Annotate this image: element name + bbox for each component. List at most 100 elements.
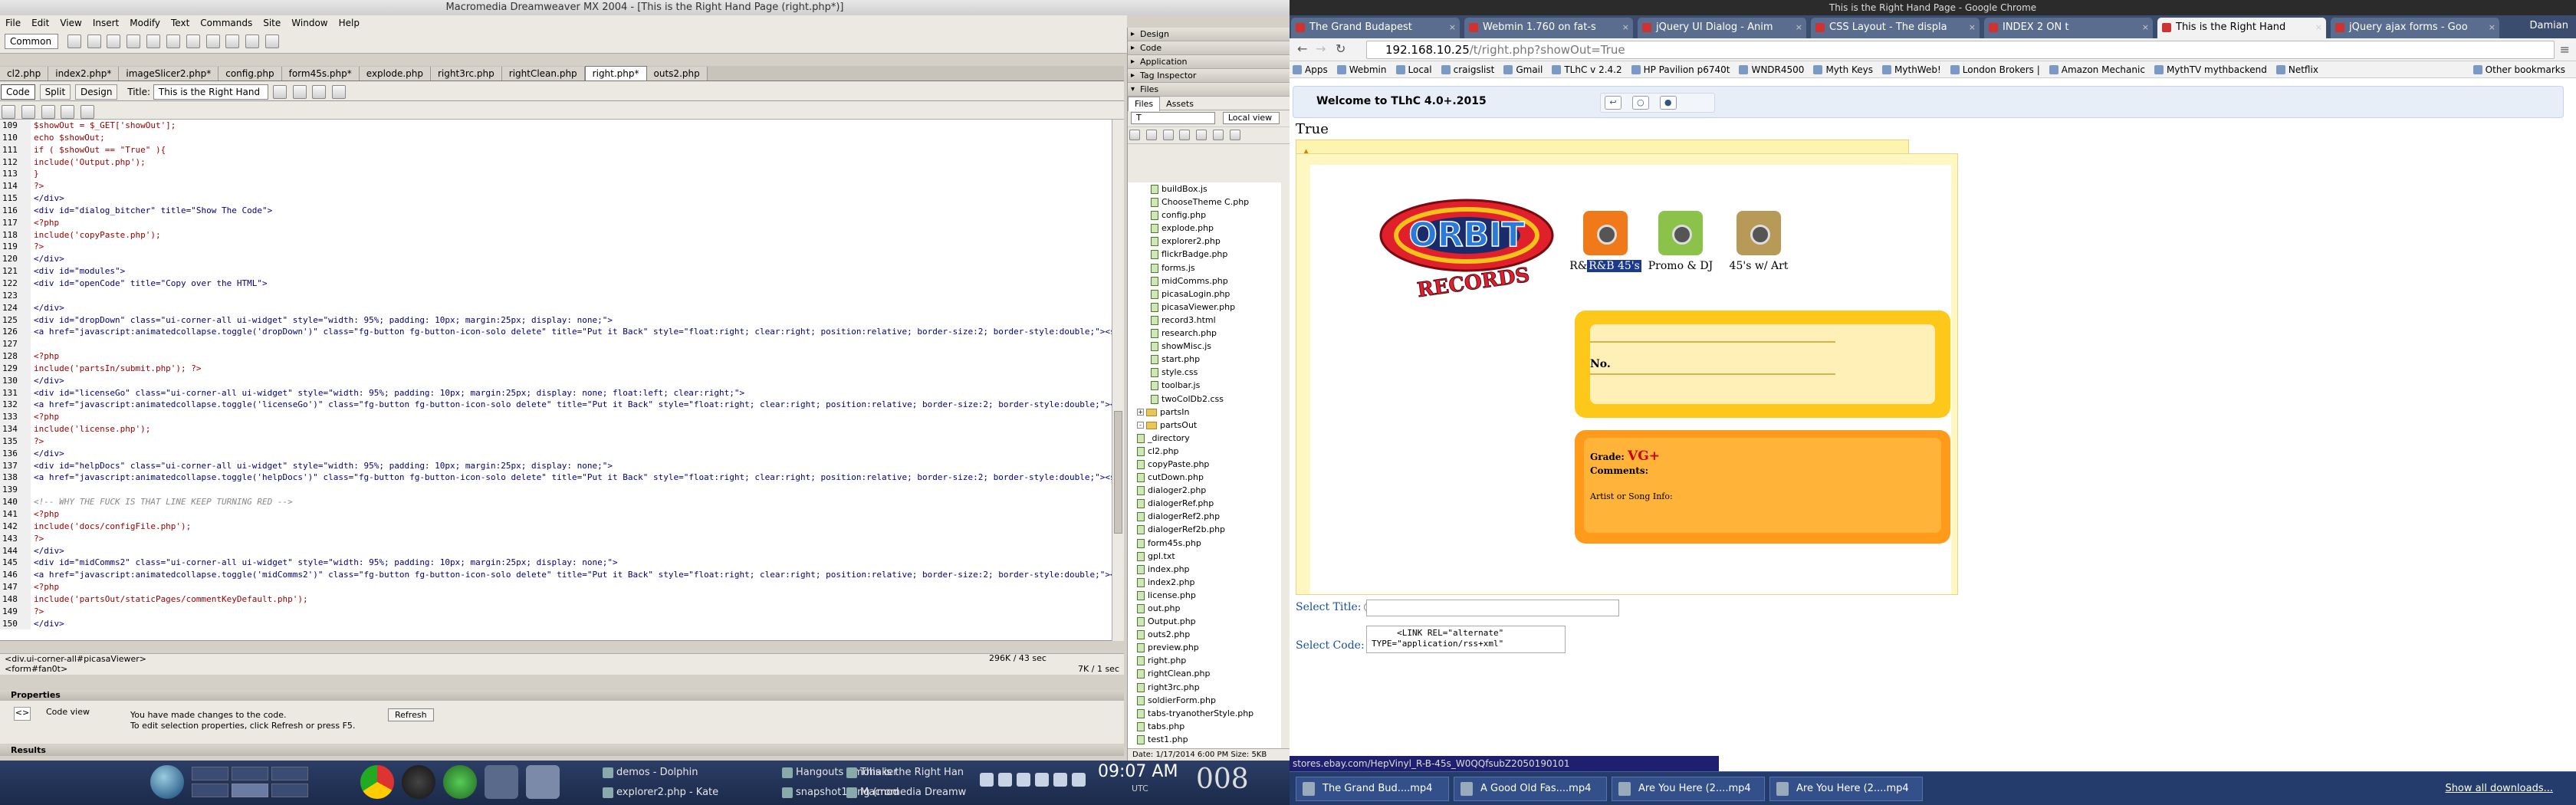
document-tab[interactable]: config.php xyxy=(219,67,282,80)
bookmark-item[interactable]: MythWeb! xyxy=(1879,61,1947,77)
cut-icon[interactable] xyxy=(2,105,15,119)
desktop-2[interactable] xyxy=(232,767,268,780)
folder-launcher-icon[interactable] xyxy=(485,765,518,799)
address-bar[interactable]: 192.168.10.25/t/right.php?showOut=True xyxy=(1366,41,2555,59)
document-tab[interactable]: index2.php* xyxy=(48,67,120,80)
tree-file[interactable]: twoColDb2.css xyxy=(1128,393,1281,406)
bookmark-item[interactable]: MythTV mythbackend xyxy=(2151,61,2273,77)
menu-site[interactable]: Site xyxy=(258,15,286,31)
tree-expander-icon[interactable]: + xyxy=(1137,409,1144,416)
tree-file[interactable]: Output.php xyxy=(1128,615,1281,628)
tree-file[interactable]: midComms.php xyxy=(1128,274,1281,288)
feed-icon[interactable]: ○ xyxy=(1631,96,1649,110)
date-icon[interactable] xyxy=(205,34,220,48)
document-tab[interactable]: form45s.php* xyxy=(281,67,360,80)
tab-close-icon[interactable]: × xyxy=(1969,18,1976,38)
taskbar-window[interactable]: demos - Dolphin xyxy=(600,764,768,782)
tray-network-icon[interactable] xyxy=(1053,773,1067,787)
site-select[interactable]: T xyxy=(1131,112,1215,124)
tree-file[interactable]: dialoger2.php xyxy=(1128,484,1281,497)
tree-file[interactable]: cl2.php xyxy=(1128,445,1281,458)
tag-selector-secondary[interactable]: <form#fan0t> xyxy=(5,664,67,674)
tree-file[interactable]: explorer2.php xyxy=(1128,235,1281,248)
tree-file[interactable]: explode.php xyxy=(1128,222,1281,235)
document-tab[interactable]: cl2.php xyxy=(0,67,49,80)
file-management-icon[interactable] xyxy=(272,85,287,99)
tree-file[interactable]: dialogerRef2b.php xyxy=(1128,523,1281,536)
scrollbar-thumb[interactable] xyxy=(1114,411,1122,534)
tree-file[interactable]: buildBox.js xyxy=(1128,182,1281,196)
tab-close-icon[interactable]: × xyxy=(1449,18,1456,38)
tree-file[interactable]: soldierForm.php xyxy=(1128,694,1281,707)
panel-group-code[interactable]: Code xyxy=(1128,41,1290,55)
bookmark-item[interactable]: TLhC v 2.4.2 xyxy=(1549,61,1628,77)
tree-file[interactable]: right3rc.php xyxy=(1128,681,1281,694)
preview-icon[interactable] xyxy=(292,85,307,99)
panel-group-design[interactable]: Design xyxy=(1128,28,1290,41)
redo-icon[interactable] xyxy=(80,105,95,119)
select-code-textarea[interactable]: <LINK REL="alternate" TYPE="application/… xyxy=(1366,626,1566,653)
tree-file[interactable]: cutDown.php xyxy=(1128,471,1281,484)
tab-close-icon[interactable]: × xyxy=(2489,18,2496,38)
select-title-input[interactable] xyxy=(1366,600,1619,616)
tree-file[interactable]: rightClean.php xyxy=(1128,667,1281,680)
mythtv-launcher-icon[interactable] xyxy=(402,765,435,799)
bookmark-item[interactable]: WNDR4500 xyxy=(1736,61,1810,77)
document-tab[interactable]: outs2.php xyxy=(646,67,708,80)
desktop-1[interactable] xyxy=(192,767,228,780)
forward-icon[interactable]: → xyxy=(1316,41,1326,56)
virtual-desktops[interactable] xyxy=(192,767,353,797)
bookmark-item[interactable]: Gmail xyxy=(1500,61,1549,77)
tree-file[interactable]: research.php xyxy=(1128,327,1281,340)
tag-selector[interactable]: <div.ui-corner-all#picasaViewer> xyxy=(0,653,1124,664)
hyperlink-icon[interactable] xyxy=(67,34,81,48)
clock[interactable]: 09:07 AM xyxy=(1098,762,1178,781)
tree-file[interactable]: license.php xyxy=(1128,589,1281,602)
refresh-button[interactable]: Refresh xyxy=(388,708,434,721)
tree-file[interactable]: record3.html xyxy=(1128,314,1281,327)
tree-file[interactable]: copyPaste.php xyxy=(1128,458,1281,471)
bookmark-item[interactable]: Apps xyxy=(1290,61,1334,77)
tree-file[interactable]: picasaLogin.php xyxy=(1128,288,1281,301)
browser-tab[interactable]: jQuery ajax forms - Goo × xyxy=(2331,18,2499,38)
taskbar-window[interactable]: Macromedia Dreamw xyxy=(843,784,974,802)
results-header[interactable]: Results xyxy=(0,745,1124,756)
tab-close-icon[interactable]: × xyxy=(1796,18,1802,38)
get-files-icon[interactable] xyxy=(1162,130,1174,140)
download-item[interactable]: Are You Here (2....mp4 xyxy=(1612,777,1765,801)
checkout-icon[interactable] xyxy=(1196,130,1208,140)
tree-file[interactable]: gpl.txt xyxy=(1128,550,1281,563)
menu-window[interactable]: Window xyxy=(286,15,333,31)
media-icon[interactable] xyxy=(186,34,200,48)
panel-group-application[interactable]: Application xyxy=(1128,55,1290,69)
panel-group-tag-inspector[interactable]: Tag Inspector xyxy=(1128,69,1290,83)
tree-file[interactable]: tabs.php xyxy=(1128,720,1281,733)
files-panel-header[interactable]: Files xyxy=(1128,83,1290,97)
reload-icon[interactable]: ↻ xyxy=(1336,41,1346,56)
download-item[interactable]: The Grand Bud....mp4 xyxy=(1296,777,1449,801)
paste-icon[interactable] xyxy=(41,105,55,119)
insert-category-select[interactable]: Common xyxy=(5,34,58,49)
comment-icon[interactable] xyxy=(225,34,240,48)
menu-edit[interactable]: Edit xyxy=(26,15,54,31)
browser-tab[interactable]: The Grand Budapest × xyxy=(1291,18,1460,38)
put-files-icon[interactable] xyxy=(1179,130,1191,140)
bookmark-item[interactable]: Other bookmarks xyxy=(2470,61,2571,77)
menu-commands[interactable]: Commands xyxy=(195,15,258,31)
page-title-input[interactable]: This is the Right Hand Page xyxy=(153,84,268,100)
tree-file[interactable]: forms.js xyxy=(1128,261,1281,274)
tab-close-icon[interactable]: × xyxy=(1622,18,1629,38)
chrome-user[interactable]: Damian xyxy=(2530,20,2568,31)
bookmark-item[interactable]: HP Pavilion p6740t xyxy=(1628,61,1737,77)
menu-view[interactable]: View xyxy=(54,15,87,31)
menu-insert[interactable]: Insert xyxy=(87,15,124,31)
tree-expander-icon[interactable]: - xyxy=(1137,422,1144,429)
view-options-icon[interactable] xyxy=(332,85,347,99)
design-view-button[interactable]: Design xyxy=(75,84,118,100)
checkin-icon[interactable] xyxy=(1213,130,1224,140)
tab-close-icon[interactable]: × xyxy=(2142,18,2149,38)
dreamweaver-launcher-icon[interactable] xyxy=(443,765,477,799)
files-launcher-icon[interactable] xyxy=(526,765,560,799)
browser-tab[interactable]: Webmin 1.760 on fat-s × xyxy=(1464,18,1633,38)
tree-file[interactable]: form45s.php xyxy=(1128,537,1281,550)
